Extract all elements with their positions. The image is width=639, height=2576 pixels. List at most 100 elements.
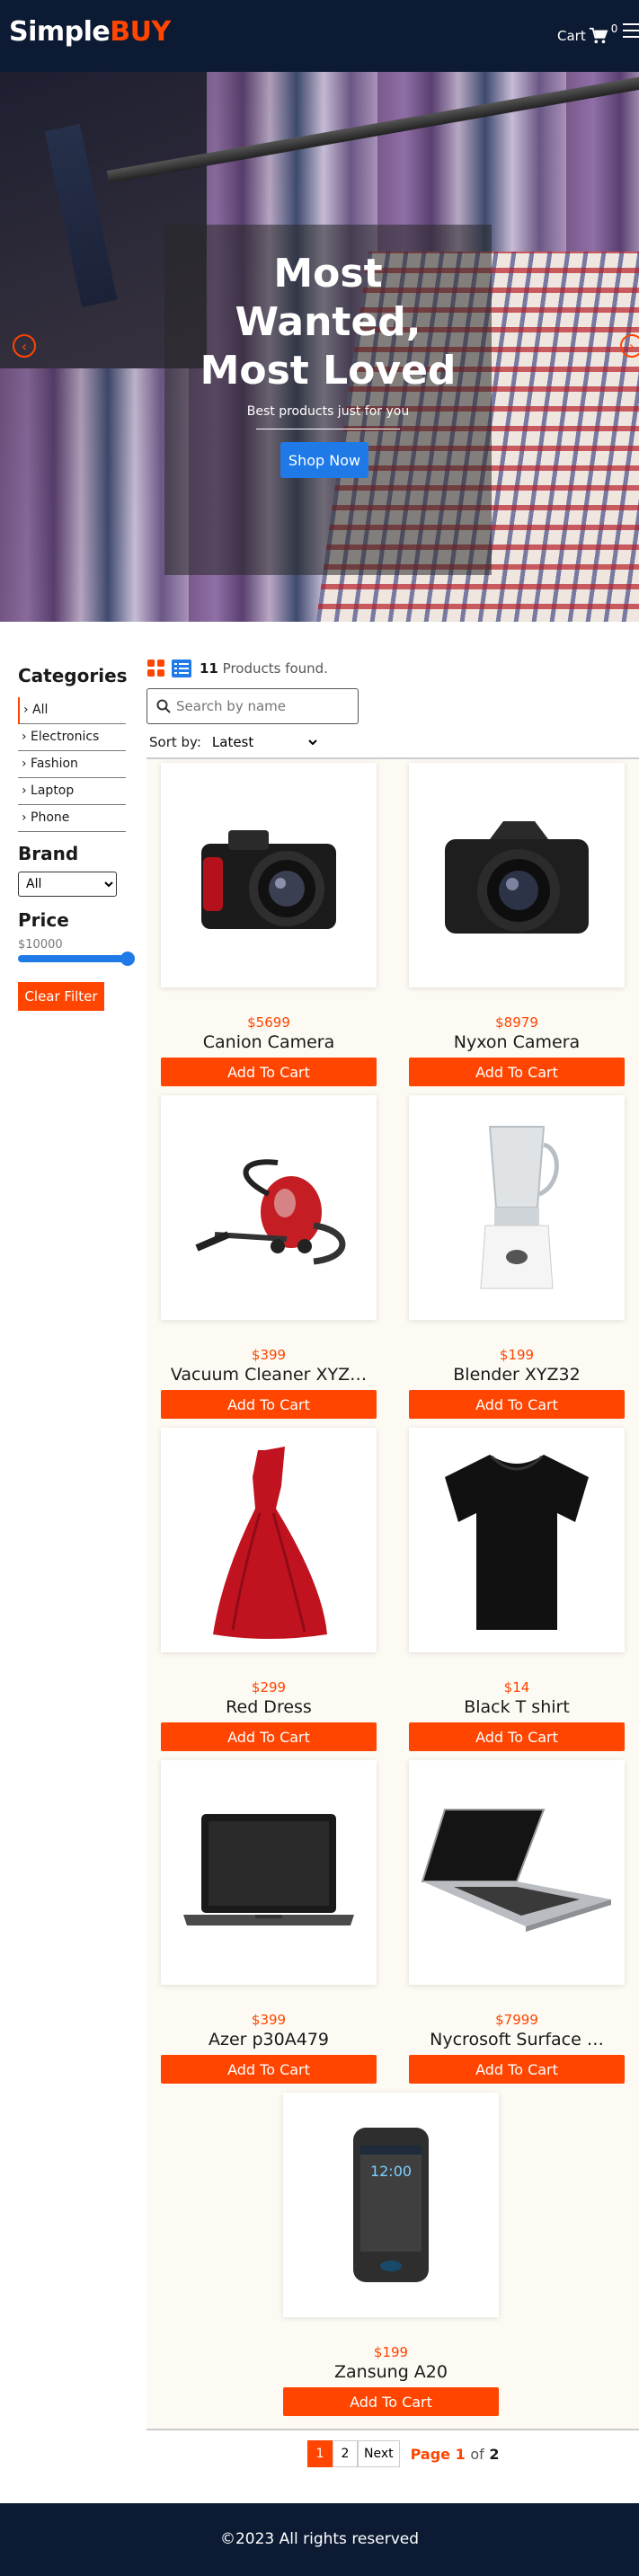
cart-link[interactable]: Cart 0 <box>557 22 617 45</box>
sort-select[interactable]: Latest <box>208 733 320 751</box>
product-price: $199 <box>373 2344 409 2360</box>
add-to-cart-button[interactable]: Add To Cart <box>409 1058 625 1086</box>
phone-icon: 12:00 <box>353 2128 429 2282</box>
search-icon <box>156 699 171 713</box>
product-price: $7999 <box>495 2012 538 2028</box>
product-grid: $5699 Canion Camera Add To Cart $8979 Ny… <box>146 759 639 2430</box>
grid-view-icon[interactable] <box>147 659 165 677</box>
shop-now-button[interactable]: Shop Now <box>280 442 368 478</box>
next-slide-icon[interactable]: › <box>620 334 639 358</box>
product-card[interactable]: $399 Vacuum Cleaner XYZ… Add To Cart <box>161 1095 377 1421</box>
product-price: $399 <box>251 2012 287 2028</box>
cart-count: 0 <box>610 22 618 35</box>
product-card[interactable]: $199 Blender XYZ32 Add To Cart <box>409 1095 625 1421</box>
filter-sidebar: Categories › All › Electronics › Fashion… <box>18 665 135 1011</box>
page-info: Page 1 of 2 <box>410 2445 500 2463</box>
hero-subtitle: Best products just for you <box>246 404 410 419</box>
hero-banner: Most Wanted, Most Loved Best products ju… <box>0 72 639 622</box>
product-price: $299 <box>251 1679 287 1695</box>
product-image[interactable] <box>409 763 625 987</box>
cart-label: Cart <box>557 28 586 44</box>
products-found-text: 11 Products found. <box>200 660 328 677</box>
product-card[interactable]: $8979 Nyxon Camera Add To Cart <box>409 763 625 1088</box>
product-image[interactable]: 12:00 <box>283 2093 499 2317</box>
product-name[interactable]: Nycrosoft Surface … <box>409 2030 625 2049</box>
product-name[interactable]: Azer p30A479 <box>161 2030 377 2049</box>
add-to-cart-button[interactable]: Add To Cart <box>161 1722 377 1751</box>
sort-control: Sort by: Latest <box>149 733 320 751</box>
prev-slide-icon[interactable]: ‹ <box>13 334 36 358</box>
site-header: SimpleBUY Cart 0 <box>0 0 639 72</box>
product-image[interactable] <box>409 1095 625 1320</box>
product-card[interactable]: $5699 Canion Camera Add To Cart <box>161 763 377 1088</box>
camera-icon <box>201 830 336 929</box>
price-value: $10000 <box>18 938 63 952</box>
price-slider[interactable] <box>18 952 135 966</box>
product-image[interactable] <box>161 763 377 987</box>
copyright-text: ©2023 All rights reserved <box>219 2530 420 2548</box>
product-price: $8979 <box>495 1014 538 1031</box>
product-image[interactable] <box>161 1760 377 1985</box>
logo-main: Simple <box>9 16 111 48</box>
clear-filter-button[interactable]: Clear Filter <box>18 982 104 1011</box>
site-footer: ©2023 All rights reserved <box>0 2503 639 2576</box>
product-name[interactable]: Nyxon Camera <box>409 1032 625 1052</box>
product-card[interactable]: $299 Red Dress Add To Cart <box>161 1428 377 1753</box>
page-1-button[interactable]: 1 <box>307 2440 333 2467</box>
pagination-divider <box>146 2429 639 2430</box>
product-price: $199 <box>499 1347 535 1363</box>
product-image[interactable] <box>409 1428 625 1652</box>
product-image[interactable] <box>409 1760 625 1985</box>
product-price: $399 <box>251 1347 287 1363</box>
cart-icon <box>589 27 608 44</box>
sort-label: Sort by: <box>149 734 201 750</box>
camera-icon <box>445 821 589 934</box>
vacuum-icon <box>195 1159 346 1265</box>
laptop-icon <box>421 1809 611 1932</box>
pagination: 1 2 Next Page 1 of 2 <box>307 2440 499 2467</box>
search-input[interactable] <box>176 698 347 714</box>
tshirt-icon <box>445 1455 589 1630</box>
blender-icon <box>480 1126 559 1289</box>
category-electronics[interactable]: › Electronics <box>18 724 126 751</box>
product-card[interactable]: $7999 Nycrosoft Surface … Add To Cart <box>409 1760 625 2085</box>
laptop-icon <box>183 1814 354 1925</box>
product-name[interactable]: Black T shirt <box>409 1697 625 1717</box>
product-name[interactable]: Red Dress <box>161 1697 377 1717</box>
product-price: $5699 <box>247 1014 290 1031</box>
add-to-cart-button[interactable]: Add To Cart <box>409 2055 625 2084</box>
add-to-cart-button[interactable]: Add To Cart <box>409 1722 625 1751</box>
hamburger-menu-icon[interactable] <box>623 23 639 40</box>
product-card[interactable]: $14 Black T shirt Add To Cart <box>409 1428 625 1753</box>
add-to-cart-button[interactable]: Add To Cart <box>161 2055 377 2084</box>
category-fashion[interactable]: › Fashion <box>18 751 126 778</box>
product-name[interactable]: Blender XYZ32 <box>409 1365 625 1385</box>
logo-accent: BUY <box>110 16 171 48</box>
brand-select[interactable]: All <box>18 872 117 897</box>
product-price: $14 <box>503 1679 530 1695</box>
hero-title: Most Wanted, Most Loved <box>200 251 457 394</box>
price-heading: Price <box>18 909 69 931</box>
search-box <box>146 688 359 724</box>
price-slider-knob[interactable] <box>120 952 135 966</box>
add-to-cart-button[interactable]: Add To Cart <box>161 1390 377 1419</box>
product-card[interactable]: $399 Azer p30A479 Add To Cart <box>161 1760 377 2085</box>
category-phone[interactable]: › Phone <box>18 805 126 832</box>
add-to-cart-button[interactable]: Add To Cart <box>409 1390 625 1419</box>
category-all[interactable]: › All <box>18 697 126 724</box>
next-page-button[interactable]: Next <box>358 2440 400 2467</box>
categories-heading: Categories <box>18 665 128 686</box>
add-to-cart-button[interactable]: Add To Cart <box>161 1058 377 1086</box>
add-to-cart-button[interactable]: Add To Cart <box>283 2387 499 2416</box>
product-card[interactable]: 12:00 $199 Zansung A20 Add To Cart <box>283 2093 499 2418</box>
product-image[interactable] <box>161 1095 377 1320</box>
logo[interactable]: SimpleBUY <box>9 16 171 48</box>
product-name[interactable]: Vacuum Cleaner XYZ… <box>161 1365 377 1385</box>
category-laptop[interactable]: › Laptop <box>18 778 126 805</box>
page-2-button[interactable]: 2 <box>333 2440 358 2467</box>
product-image[interactable] <box>161 1428 377 1652</box>
product-name[interactable]: Canion Camera <box>161 1032 377 1052</box>
product-name[interactable]: Zansung A20 <box>283 2362 499 2382</box>
list-view-icon[interactable] <box>172 659 191 677</box>
brand-heading: Brand <box>18 843 79 864</box>
